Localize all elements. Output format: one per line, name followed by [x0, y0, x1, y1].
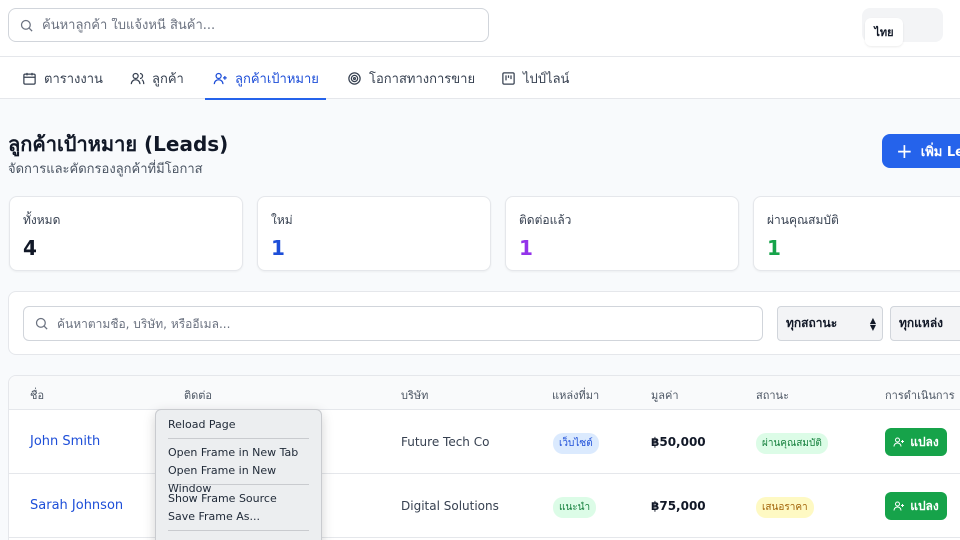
- lead-value: ฿75,000: [651, 499, 706, 513]
- tab-customers-label: ลูกค้า: [152, 71, 184, 87]
- calendar-icon: [23, 72, 36, 85]
- stat-value: 1: [519, 236, 533, 260]
- stat-label: ติดต่อแล้ว: [519, 213, 572, 227]
- menu-separator: [168, 530, 309, 531]
- status-badge: ผ่านคุณสมบัติ: [756, 433, 828, 454]
- menu-separator: [168, 438, 309, 439]
- tab-leads-label: ลูกค้าเป้าหมาย: [235, 71, 319, 87]
- convert-button[interactable]: แปลง: [885, 428, 947, 456]
- table-row: John Smith Future Tech Co เว็บไซต์ ฿50,0…: [9, 410, 960, 474]
- lead-company: Digital Solutions: [401, 499, 499, 513]
- stat-value: 1: [767, 236, 781, 260]
- convert-button[interactable]: แปลง: [885, 492, 947, 520]
- convert-label: แปลง: [910, 434, 939, 449]
- table-row: Sarah Johnson Digital Solutions แนะนำ ฿7…: [9, 474, 960, 538]
- col-header: สถานะ: [756, 389, 789, 402]
- page-title: ลูกค้าเป้าหมาย (Leads): [8, 132, 229, 156]
- stat-card-new: ใหม่ 1: [257, 196, 491, 271]
- menu-item-open-frame-new-window[interactable]: Open Frame in New Window: [156, 462, 321, 495]
- tab-pipeline-label: ไปป์ไลน์: [523, 71, 570, 87]
- status-filter-select[interactable]: ทุกสถานะ ▲ ▼: [777, 306, 883, 341]
- lead-name-link[interactable]: John Smith: [30, 434, 100, 449]
- col-header: ติดต่อ: [184, 389, 213, 402]
- col-header: บริษัท: [401, 389, 429, 402]
- menu-item-reload-page[interactable]: Reload Page: [156, 416, 321, 434]
- menu-item-show-frame-source[interactable]: Show Frame Source: [156, 490, 321, 508]
- search-icon: [20, 19, 33, 32]
- add-lead-button[interactable]: + เพิ่ม Lead: [882, 134, 960, 168]
- page-subtitle: จัดการและคัดกรองลูกค้าที่มีโอกาส: [8, 162, 203, 177]
- stat-value: 1: [271, 236, 285, 260]
- target-icon: [348, 71, 361, 85]
- add-lead-label: เพิ่ม Lead: [920, 144, 960, 160]
- source-badge: เว็บไซต์: [553, 433, 599, 454]
- col-header: ชื่อ: [30, 389, 45, 402]
- stat-value: 4: [23, 236, 37, 260]
- menu-item-save-frame-as[interactable]: Save Frame As...: [156, 508, 321, 526]
- stat-card-contacted: ติดต่อแล้ว 1: [505, 196, 739, 271]
- lead-company: Future Tech Co: [401, 435, 490, 449]
- tab-opportunities-label: โอกาสทางการขาย: [369, 71, 476, 87]
- plus-icon: +: [896, 139, 913, 163]
- convert-label: แปลง: [910, 498, 939, 513]
- source-filter-select[interactable]: ทุกแหล่ง: [890, 306, 960, 341]
- tab-schedule[interactable]: ตารางงาน: [22, 57, 103, 99]
- col-header: มูลค่า: [651, 389, 679, 402]
- tab-schedule-label: ตารางงาน: [44, 71, 103, 87]
- col-header: แหล่งที่มา: [552, 389, 600, 402]
- search-icon: [35, 317, 48, 330]
- tab-opportunities[interactable]: โอกาสทางการขาย: [347, 57, 475, 99]
- lead-name-link[interactable]: Sarah Johnson: [30, 498, 123, 513]
- user-plus-icon: [213, 72, 227, 84]
- source-badge: แนะนำ: [553, 497, 597, 518]
- language-toggle: EN ไทย: [862, 8, 943, 46]
- user-plus-icon: [893, 501, 905, 511]
- tab-pipeline[interactable]: ไปป์ไลน์: [501, 57, 569, 99]
- filter-panel: ทุกสถานะ ▲▼ ทุกแหล่ง: [8, 291, 960, 355]
- kanban-icon: [502, 71, 515, 85]
- stat-label: ทั้งหมด: [23, 213, 61, 227]
- status-badge: เสนอราคา: [756, 497, 814, 518]
- lead-value: ฿50,000: [651, 435, 706, 449]
- lead-search[interactable]: [23, 306, 763, 341]
- global-search[interactable]: [8, 8, 489, 42]
- lang-th-button[interactable]: ไทย: [865, 18, 903, 46]
- global-search-input[interactable]: [42, 17, 462, 33]
- stat-label: ผ่านคุณสมบัติ: [767, 213, 839, 227]
- context-menu: Reload Page Open Frame in New Tab Open F…: [155, 409, 322, 540]
- status-filter-value: ทุกสถานะ: [786, 316, 838, 330]
- col-header: การดำเนินการ: [885, 389, 955, 402]
- stat-card-qualified: ผ่านคุณสมบัติ 1: [753, 196, 960, 271]
- stat-label: ใหม่: [271, 213, 293, 227]
- user-plus-icon: [893, 437, 905, 447]
- table-header: ชื่อ ติดต่อ บริษัท แหล่งที่มา มูลค่า สถา…: [9, 376, 960, 410]
- top-bar: EN ไทย: [0, 0, 960, 57]
- tab-customers[interactable]: ลูกค้า: [130, 57, 184, 99]
- users-icon: [130, 72, 145, 84]
- stat-card-total: ทั้งหมด 4: [9, 196, 243, 271]
- lead-search-input[interactable]: [57, 316, 737, 331]
- menu-item-open-frame-new-tab[interactable]: Open Frame in New Tab: [156, 444, 321, 462]
- leads-table: ชื่อ ติดต่อ บริษัท แหล่งที่มา มูลค่า สถา…: [8, 375, 960, 540]
- tab-leads[interactable]: ลูกค้าเป้าหมาย: [205, 57, 326, 100]
- source-filter-value: ทุกแหล่ง: [899, 316, 944, 330]
- select-arrows-icon: ▲ ▼: [869, 316, 876, 332]
- main-nav: ตารางงาน ลูกค้า ลูกค้าเป้าหมาย โอกาสทางก…: [0, 57, 960, 100]
